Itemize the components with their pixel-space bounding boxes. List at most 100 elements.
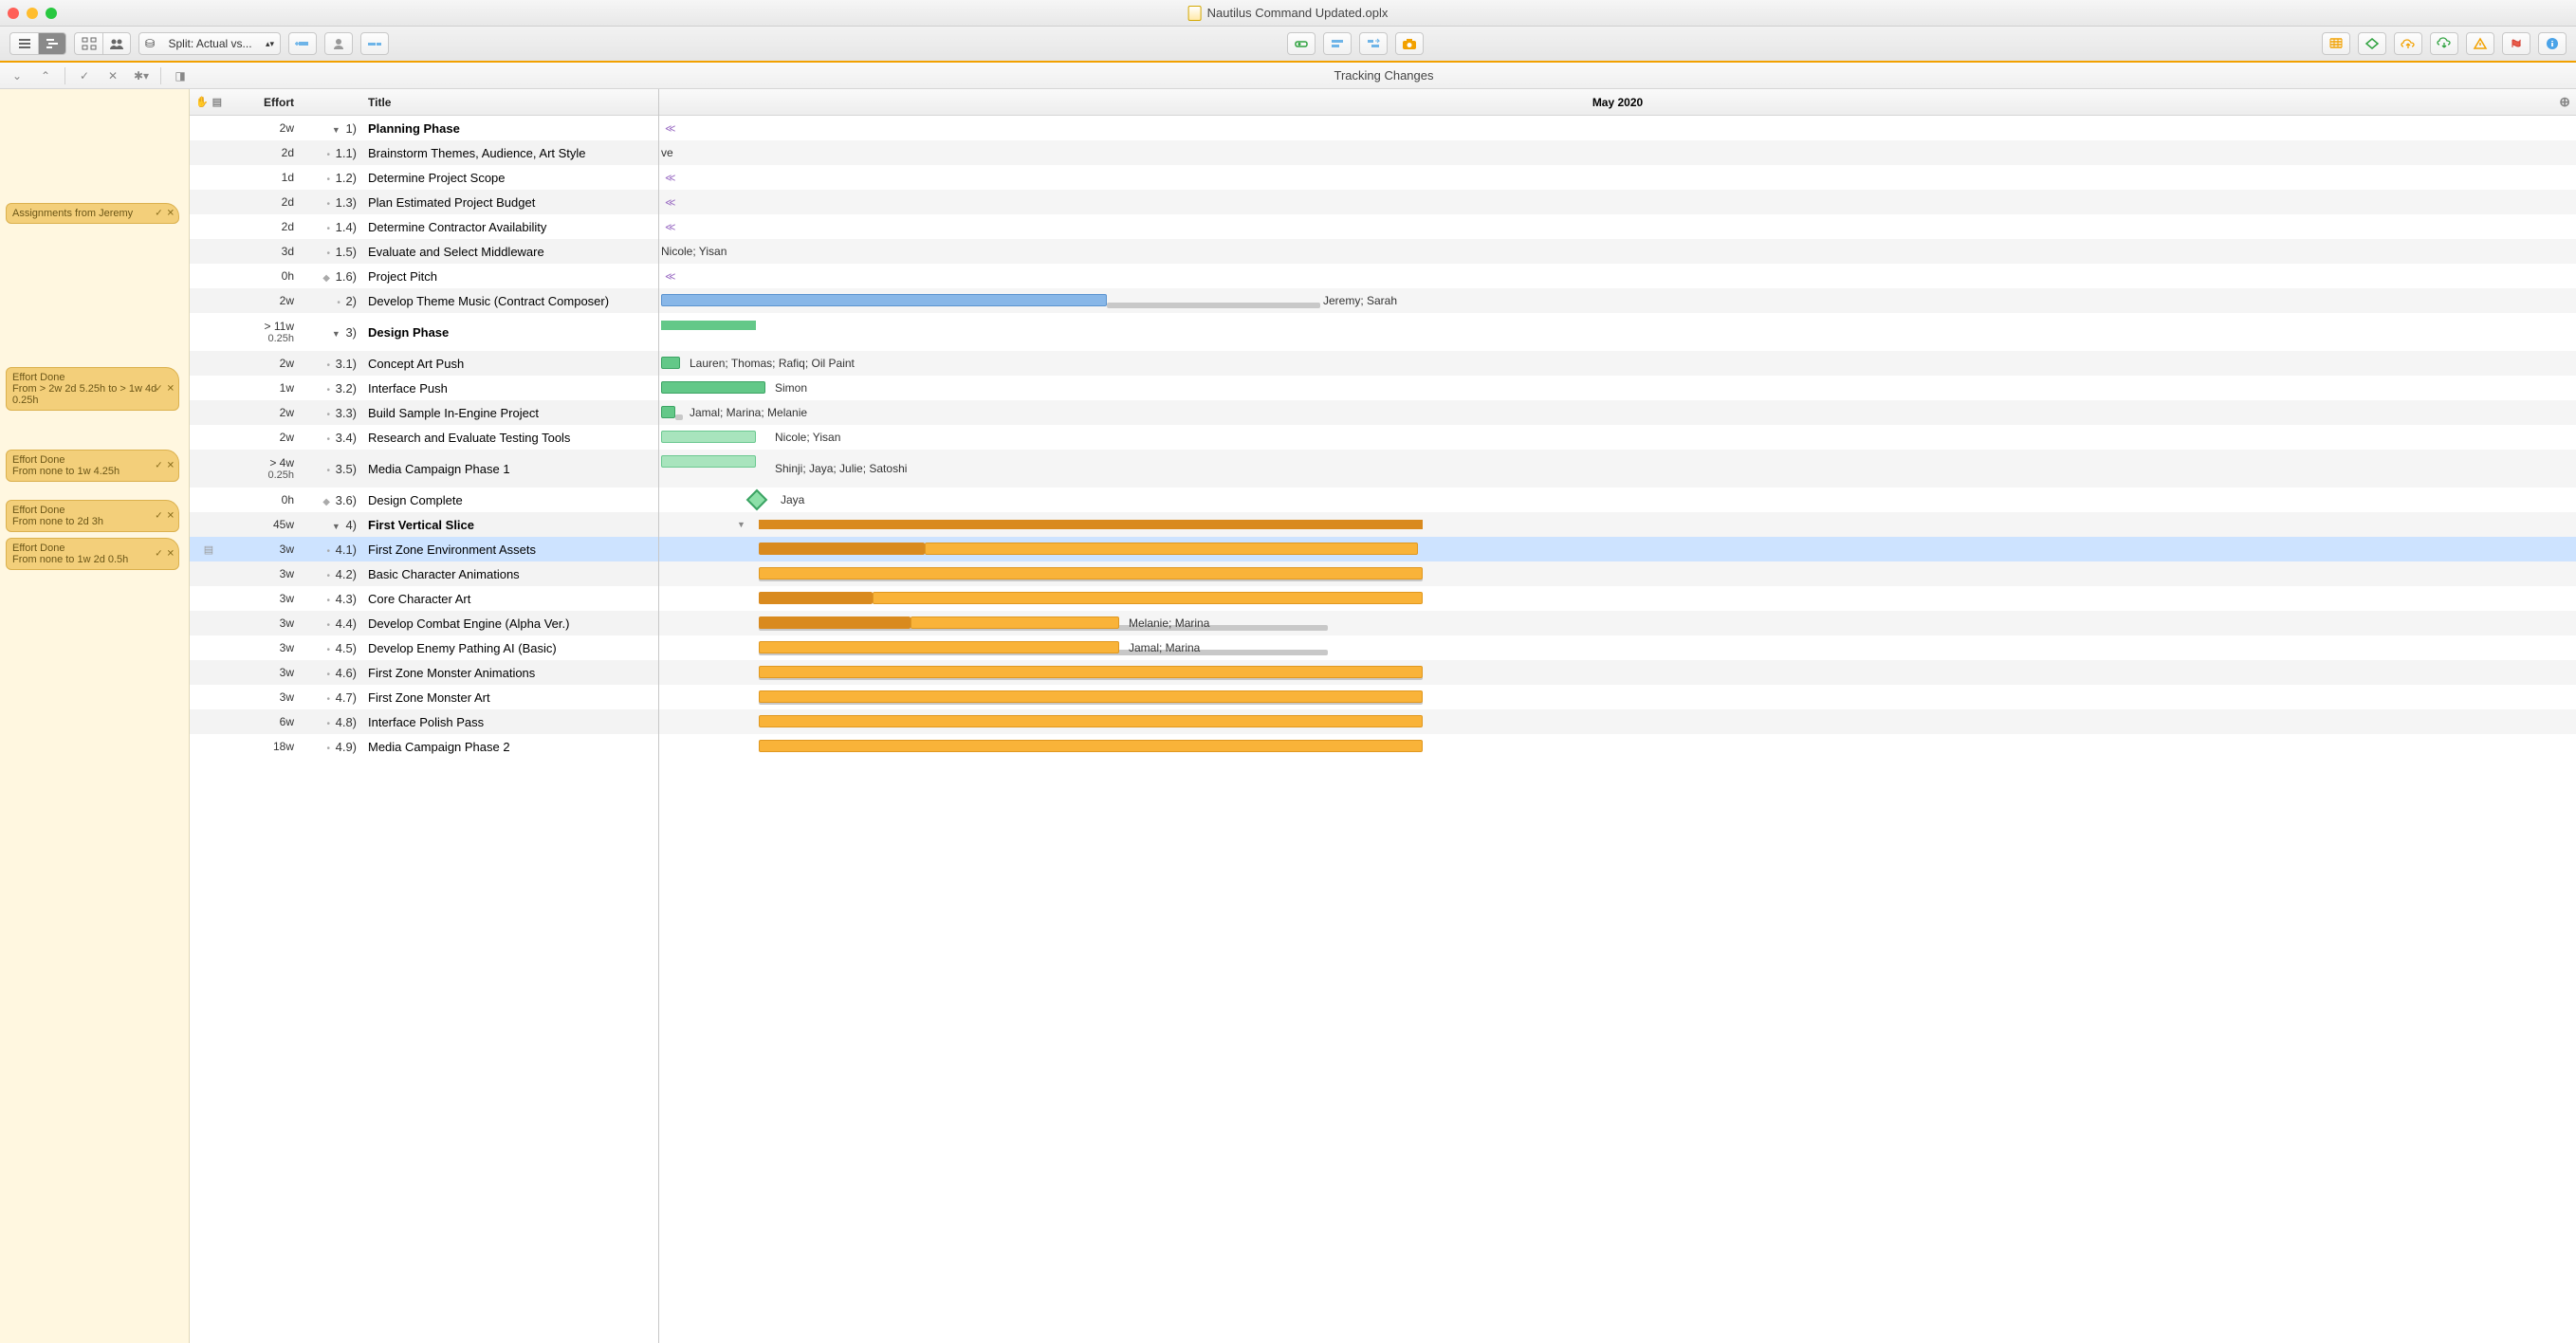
gantt-row[interactable]: ve: [659, 140, 2576, 165]
snapshot-button[interactable]: [1395, 32, 1424, 55]
info-button[interactable]: [2538, 32, 2567, 55]
table-row[interactable]: 3w• 4.3)Core Character Art: [190, 586, 658, 611]
inspector-styles-button[interactable]: [2358, 32, 2386, 55]
table-row[interactable]: 45w▼ 4)First Vertical Slice: [190, 512, 658, 537]
reject-icon[interactable]: ✕: [167, 384, 175, 395]
split-mode-dropdown[interactable]: ⛁ Split: Actual vs... ▴▾: [138, 32, 281, 55]
table-row[interactable]: 3w• 4.5)Develop Enemy Pathing AI (Basic): [190, 635, 658, 660]
task-bar[interactable]: [661, 455, 756, 468]
change-settings-button[interactable]: ✱▾: [130, 66, 153, 85]
milestone-marker[interactable]: [746, 489, 768, 511]
task-bar[interactable]: [661, 357, 680, 369]
summary-bar[interactable]: [661, 321, 756, 330]
task-bar[interactable]: [661, 294, 1107, 306]
gantt-row[interactable]: ≪: [659, 116, 2576, 140]
table-row[interactable]: 3w• 4.6)First Zone Monster Animations: [190, 660, 658, 685]
table-row[interactable]: 2w• 3.3)Build Sample In-Engine Project: [190, 400, 658, 425]
reject-icon[interactable]: ✕: [167, 511, 175, 522]
table-row[interactable]: 1w• 3.2)Interface Push: [190, 376, 658, 400]
gantt-row[interactable]: [659, 561, 2576, 586]
gantt-row[interactable]: Melanie; Marina: [659, 611, 2576, 635]
zoom-window-button[interactable]: [46, 8, 57, 19]
change-card[interactable]: Effort DoneFrom none to 2d 3h✓✕: [6, 500, 179, 532]
change-card[interactable]: Effort DoneFrom none to 1w 4.25h✓✕: [6, 450, 179, 482]
gantt-body[interactable]: ≪ve≪≪≪Nicole; Yisan≪Jeremy; SarahLauren;…: [659, 116, 2576, 759]
task-bar[interactable]: [661, 381, 765, 394]
table-row[interactable]: 3w• 4.2)Basic Character Animations: [190, 561, 658, 586]
expand-down-button[interactable]: ⌄: [6, 66, 28, 85]
gantt-row[interactable]: Simon: [659, 376, 2576, 400]
gantt-row[interactable]: Shinji; Jaya; Julie; Satoshi: [659, 450, 2576, 488]
violations-button[interactable]: [2466, 32, 2494, 55]
publish-button[interactable]: [2394, 32, 2422, 55]
gantt-row[interactable]: [659, 660, 2576, 685]
table-row[interactable]: 0h◆ 3.6)Design Complete: [190, 488, 658, 512]
table-row[interactable]: 18w• 4.9)Media Campaign Phase 2: [190, 734, 658, 759]
task-bar[interactable]: [911, 616, 1119, 629]
disclosure-triangle-icon[interactable]: ▼: [331, 329, 340, 339]
accept-icon[interactable]: ✓: [155, 549, 162, 560]
table-row[interactable]: 2w▼ 1)Planning Phase: [190, 116, 658, 140]
change-card[interactable]: Effort DoneFrom > 2w 2d 5.25h to > 1w 4d…: [6, 367, 179, 411]
gantt-row[interactable]: Nicole; Yisan: [659, 239, 2576, 264]
reject-icon[interactable]: ✕: [167, 209, 175, 219]
table-row[interactable]: 1d• 1.2)Determine Project Scope: [190, 165, 658, 190]
accept-change-button[interactable]: ✓: [73, 66, 96, 85]
title-column-header[interactable]: Title: [364, 96, 658, 109]
view-gantt-button[interactable]: [38, 32, 66, 55]
reschedule-button[interactable]: [1359, 32, 1388, 55]
table-row[interactable]: 2w• 2)Develop Theme Music (Contract Comp…: [190, 288, 658, 313]
gantt-row[interactable]: ≪: [659, 264, 2576, 288]
gantt-row[interactable]: Lauren; Thomas; Rafiq; Oil Paint: [659, 351, 2576, 376]
gantt-row[interactable]: ≪: [659, 214, 2576, 239]
leveling-button[interactable]: [1287, 32, 1316, 55]
task-bar[interactable]: [759, 567, 1423, 580]
gantt-row[interactable]: [659, 586, 2576, 611]
table-row[interactable]: 3w• 4.4)Develop Combat Engine (Alpha Ver…: [190, 611, 658, 635]
reject-icon[interactable]: ✕: [167, 549, 175, 560]
change-card[interactable]: Assignments from Jeremy✓✕: [6, 203, 179, 224]
gantt-row[interactable]: [659, 685, 2576, 709]
minimize-window-button[interactable]: [27, 8, 38, 19]
table-row[interactable]: > 4w0.25h• 3.5)Media Campaign Phase 1: [190, 450, 658, 488]
gantt-row[interactable]: Jeremy; Sarah: [659, 288, 2576, 313]
summary-bar[interactable]: [759, 520, 1423, 529]
add-task-button[interactable]: [288, 32, 317, 55]
disclosure-triangle-icon[interactable]: ▼: [331, 522, 340, 531]
task-bar[interactable]: [759, 641, 1119, 653]
task-bar[interactable]: [661, 406, 675, 418]
table-row[interactable]: 6w• 4.8)Interface Polish Pass: [190, 709, 658, 734]
task-bar[interactable]: [759, 740, 1423, 752]
baseline-button[interactable]: [1323, 32, 1352, 55]
effort-column-header[interactable]: Effort: [228, 96, 304, 109]
task-bar[interactable]: [759, 666, 1423, 678]
add-milestone-button[interactable]: [360, 32, 389, 55]
accept-icon[interactable]: ✓: [155, 384, 162, 395]
gantt-row[interactable]: [659, 537, 2576, 561]
task-bar[interactable]: [759, 543, 925, 555]
task-bar[interactable]: [925, 543, 1418, 555]
gantt-row[interactable]: [659, 709, 2576, 734]
gantt-row[interactable]: Jamal; Marina; Melanie: [659, 400, 2576, 425]
task-bar[interactable]: [759, 715, 1423, 727]
gantt-row[interactable]: [659, 734, 2576, 759]
table-row[interactable]: 0h◆ 1.6)Project Pitch: [190, 264, 658, 288]
accept-icon[interactable]: ✓: [155, 209, 162, 219]
table-row[interactable]: 2d• 1.1)Brainstorm Themes, Audience, Art…: [190, 140, 658, 165]
table-row[interactable]: ▤3w• 4.1)First Zone Environment Assets: [190, 537, 658, 561]
disclosure-triangle-icon[interactable]: ▼: [737, 520, 745, 529]
table-row[interactable]: 3w• 4.7)First Zone Monster Art: [190, 685, 658, 709]
view-resources-button[interactable]: [102, 32, 131, 55]
catch-up-button[interactable]: [2502, 32, 2530, 55]
collapse-up-button[interactable]: ⌃: [34, 66, 57, 85]
view-outline-button[interactable]: [9, 32, 38, 55]
gantt-row[interactable]: Nicole; Yisan: [659, 425, 2576, 450]
toggle-sidebar-button[interactable]: ◨: [169, 66, 192, 85]
sync-button[interactable]: [2430, 32, 2458, 55]
reject-icon[interactable]: ✕: [167, 461, 175, 471]
change-card[interactable]: Effort DoneFrom none to 1w 2d 0.5h✓✕: [6, 538, 179, 570]
table-row[interactable]: 2w• 3.1)Concept Art Push: [190, 351, 658, 376]
gantt-row[interactable]: ≪: [659, 190, 2576, 214]
task-bar[interactable]: [873, 592, 1423, 604]
accept-icon[interactable]: ✓: [155, 511, 162, 522]
